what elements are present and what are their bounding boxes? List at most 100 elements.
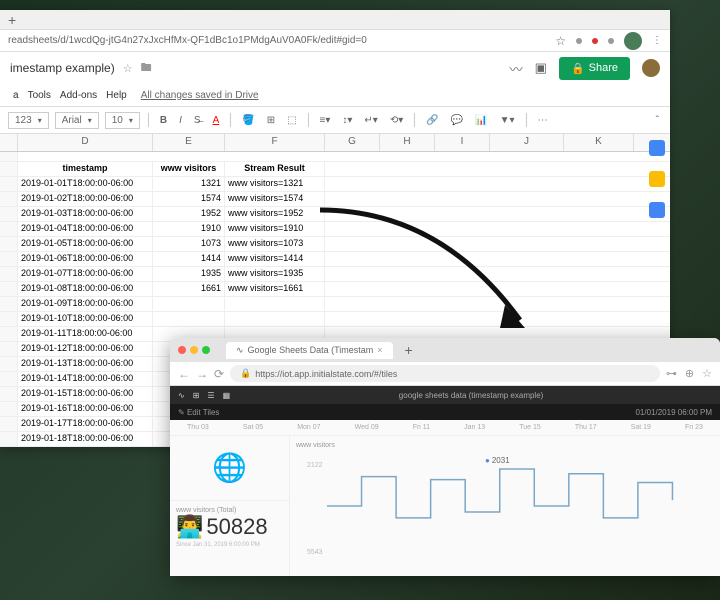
cell[interactable] (153, 312, 225, 326)
cell[interactable]: 1935 (153, 267, 225, 281)
bold-button[interactable]: B (157, 115, 170, 126)
cell[interactable]: 2019-01-13T18:00:00-06:00 (18, 357, 153, 371)
logo-icon[interactable]: ∿ (178, 391, 185, 400)
col-header[interactable]: E (153, 134, 225, 151)
font-selector[interactable]: Arial (55, 112, 99, 129)
back-icon[interactable]: ← (178, 367, 190, 381)
document-title[interactable]: imestamp example) (10, 61, 115, 75)
reload-icon[interactable]: ⟳ (214, 367, 224, 381)
menu-help[interactable]: Help (103, 90, 130, 101)
calendar-icon[interactable] (649, 140, 665, 156)
strike-button[interactable]: S̶ (191, 115, 204, 126)
borders-button[interactable]: ⊞ (264, 115, 278, 126)
share-button[interactable]: 🔒Share (559, 57, 630, 80)
cell[interactable]: Stream Result (225, 162, 325, 176)
star-icon[interactable]: ☆ (123, 62, 133, 75)
italic-button[interactable]: I (176, 115, 185, 126)
col-header[interactable]: K (564, 134, 634, 151)
close-icon[interactable] (178, 346, 186, 354)
address-bar[interactable]: readsheets/d/1wcdQg-jtG4n27xJxcHfMx-QF1d… (0, 30, 670, 52)
menu-item[interactable]: a (10, 90, 22, 101)
cell[interactable]: 1414 (153, 252, 225, 266)
cell[interactable]: 1073 (153, 237, 225, 251)
cell[interactable]: www visitors=1935 (225, 267, 325, 281)
zoom-selector[interactable]: 123 (8, 112, 49, 129)
forward-icon[interactable]: → (196, 367, 208, 381)
halign-button[interactable]: ≡▾ (317, 115, 334, 126)
menu-addons[interactable]: Add-ons (57, 90, 100, 101)
col-header[interactable]: D (18, 134, 153, 151)
cell[interactable]: www visitors=1414 (225, 252, 325, 266)
key-icon[interactable]: ⊶ (666, 367, 677, 380)
link-button[interactable]: 🔗 (423, 115, 441, 126)
col-header[interactable]: H (380, 134, 435, 151)
col-header[interactable]: F (225, 134, 325, 151)
edit-tiles-button[interactable]: ✎ Edit Tiles (178, 408, 219, 417)
address-bar[interactable]: 🔒https://iot.app.initialstate.com/#/tile… (230, 365, 660, 382)
cell[interactable]: 1661 (153, 282, 225, 296)
cell[interactable]: 2019-01-09T18:00:00-06:00 (18, 297, 153, 311)
cell[interactable]: 2019-01-05T18:00:00-06:00 (18, 237, 153, 251)
save-status[interactable]: All changes saved in Drive (138, 90, 262, 101)
cell[interactable]: 2019-01-08T18:00:00-06:00 (18, 282, 153, 296)
new-tab-button[interactable]: + (405, 342, 413, 358)
new-tab-button[interactable]: + (8, 12, 16, 28)
cell[interactable]: 2019-01-15T18:00:00-06:00 (18, 387, 153, 401)
cell[interactable]: 2019-01-16T18:00:00-06:00 (18, 402, 153, 416)
close-tab-icon[interactable]: × (377, 345, 382, 355)
cell[interactable]: 2019-01-14T18:00:00-06:00 (18, 372, 153, 386)
folder-icon[interactable]: 🖿 (141, 59, 152, 78)
comment-button[interactable]: 💬 (448, 115, 466, 126)
cell[interactable]: 2019-01-18T18:00:00-06:00 (18, 432, 153, 446)
cell[interactable]: 2019-01-11T18:00:00-06:00 (18, 327, 153, 341)
menu-tools[interactable]: Tools (25, 90, 54, 101)
filter-button[interactable]: ▼▾ (497, 115, 518, 126)
more-icon[interactable]: ⋯ (535, 115, 551, 126)
cell[interactable]: 1321 (153, 177, 225, 191)
extension-icon[interactable] (608, 38, 614, 44)
cell[interactable]: 1910 (153, 222, 225, 236)
merge-button[interactable]: ⬚ (284, 115, 299, 126)
rotate-button[interactable]: ⟲▾ (387, 115, 406, 126)
cell[interactable]: www visitors (153, 162, 225, 176)
cell[interactable]: 2019-01-17T18:00:00-06:00 (18, 417, 153, 431)
textcolor-button[interactable]: A (210, 115, 223, 126)
cell[interactable]: www visitors=1910 (225, 222, 325, 236)
cell[interactable]: 2019-01-12T18:00:00-06:00 (18, 342, 153, 356)
chevron-up-icon[interactable]: ˆ (653, 115, 662, 126)
cell[interactable]: 2019-01-03T18:00:00-06:00 (18, 207, 153, 221)
extension-icon[interactable] (576, 38, 582, 44)
fill-button[interactable]: 🪣 (239, 115, 257, 126)
col-header[interactable]: J (490, 134, 564, 151)
cell[interactable]: 2019-01-01T18:00:00-06:00 (18, 177, 153, 191)
bars-icon[interactable]: ▦ (223, 391, 231, 400)
grid-icon[interactable]: ⊞ (193, 391, 200, 400)
cell[interactable]: timestamp (18, 162, 153, 176)
user-avatar[interactable] (642, 59, 660, 77)
cell[interactable]: 2019-01-04T18:00:00-06:00 (18, 222, 153, 236)
chart-tile[interactable]: www visitors 2031 2122 5543 (290, 436, 720, 576)
col-header[interactable]: I (435, 134, 490, 151)
cell[interactable]: www visitors=1952 (225, 207, 325, 221)
cell[interactable] (153, 297, 225, 311)
menu-icon[interactable]: ⋮ (652, 35, 662, 46)
globe-tile[interactable]: 🌐 (170, 436, 289, 501)
valign-button[interactable]: ↕▾ (339, 115, 355, 126)
cell[interactable]: 2019-01-06T18:00:00-06:00 (18, 252, 153, 266)
profile-avatar[interactable] (624, 32, 642, 50)
cell[interactable]: 2019-01-02T18:00:00-06:00 (18, 192, 153, 206)
star-icon[interactable]: ☆ (702, 367, 712, 380)
wrap-button[interactable]: ↵▾ (361, 115, 380, 126)
cell[interactable]: 1952 (153, 207, 225, 221)
keep-icon[interactable] (649, 171, 665, 187)
cell[interactable]: www visitors=1661 (225, 282, 325, 296)
total-tile[interactable]: www visitors (Total) 👨‍💻50828 Since Jan … (170, 501, 289, 577)
browser-tab[interactable]: ∿Google Sheets Data (Timestam× (226, 342, 393, 359)
maximize-icon[interactable] (202, 346, 210, 354)
select-all-cell[interactable] (0, 134, 18, 151)
cell[interactable] (225, 297, 325, 311)
trend-icon[interactable]: 〰 (510, 59, 523, 78)
list-icon[interactable]: ☰ (207, 391, 214, 400)
extension-icon[interactable] (592, 38, 598, 44)
cell[interactable]: 2019-01-07T18:00:00-06:00 (18, 267, 153, 281)
